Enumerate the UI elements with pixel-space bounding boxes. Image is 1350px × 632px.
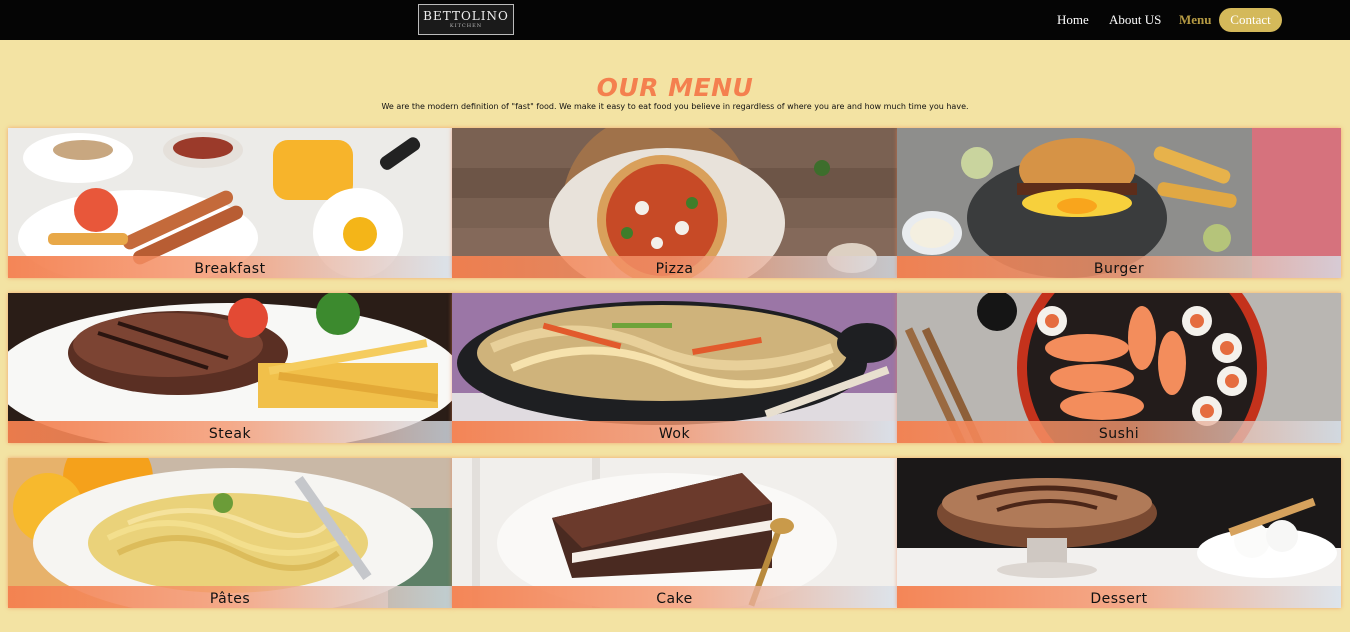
menu-card-sushi[interactable]: Sushi: [897, 293, 1341, 443]
card-title: Wok: [658, 426, 691, 442]
nav-about[interactable]: About US: [1109, 12, 1161, 28]
card-label-pates: Pâtes: [8, 586, 452, 608]
card-label-burger: Burger: [897, 256, 1341, 278]
card-title: Sushi: [1098, 426, 1140, 442]
card-label-sushi: Sushi: [897, 421, 1341, 443]
navbar: BETTOLINO KITCHEN Home About US Menu Con…: [0, 0, 1350, 40]
card-label-cake: Cake: [452, 586, 897, 608]
menu-card-pizza[interactable]: Pizza: [452, 128, 897, 278]
page-title: OUR MENU: [596, 73, 754, 102]
card-title: Burger: [1093, 261, 1145, 277]
menu-card-cake[interactable]: Cake: [452, 458, 897, 608]
page-subtitle: We are the modern definition of "fast" f…: [381, 102, 969, 111]
card-label-dessert: Dessert: [897, 586, 1341, 608]
menu-card-dessert[interactable]: Dessert: [897, 458, 1341, 608]
card-label-breakfast: Breakfast: [8, 256, 452, 278]
contact-button[interactable]: Contact: [1219, 8, 1282, 32]
card-title: Steak: [208, 426, 252, 442]
brand-logo[interactable]: BETTOLINO KITCHEN: [418, 4, 514, 35]
brand-name: BETTOLINO: [423, 9, 509, 23]
nav-menu[interactable]: Menu: [1179, 12, 1212, 28]
nav-home[interactable]: Home: [1057, 12, 1089, 28]
card-title: Breakfast: [194, 261, 266, 277]
card-title: Pizza: [655, 261, 694, 277]
menu-card-steak[interactable]: Steak: [8, 293, 452, 443]
card-label-steak: Steak: [8, 421, 452, 443]
card-title: Pâtes: [209, 591, 251, 607]
menu-card-burger[interactable]: Burger: [897, 128, 1341, 278]
menu-card-wok[interactable]: Wok: [452, 293, 897, 443]
card-title: Cake: [656, 591, 693, 607]
brand-sub: KITCHEN: [449, 23, 483, 29]
menu-card-breakfast[interactable]: Breakfast: [8, 128, 452, 278]
card-label-pizza: Pizza: [452, 256, 897, 278]
card-title: Dessert: [1090, 591, 1148, 607]
menu-grid: Breakfast Pizza Burger Steak Wok Sushi P…: [8, 128, 1341, 608]
menu-card-pates[interactable]: Pâtes: [8, 458, 452, 608]
card-label-wok: Wok: [452, 421, 897, 443]
